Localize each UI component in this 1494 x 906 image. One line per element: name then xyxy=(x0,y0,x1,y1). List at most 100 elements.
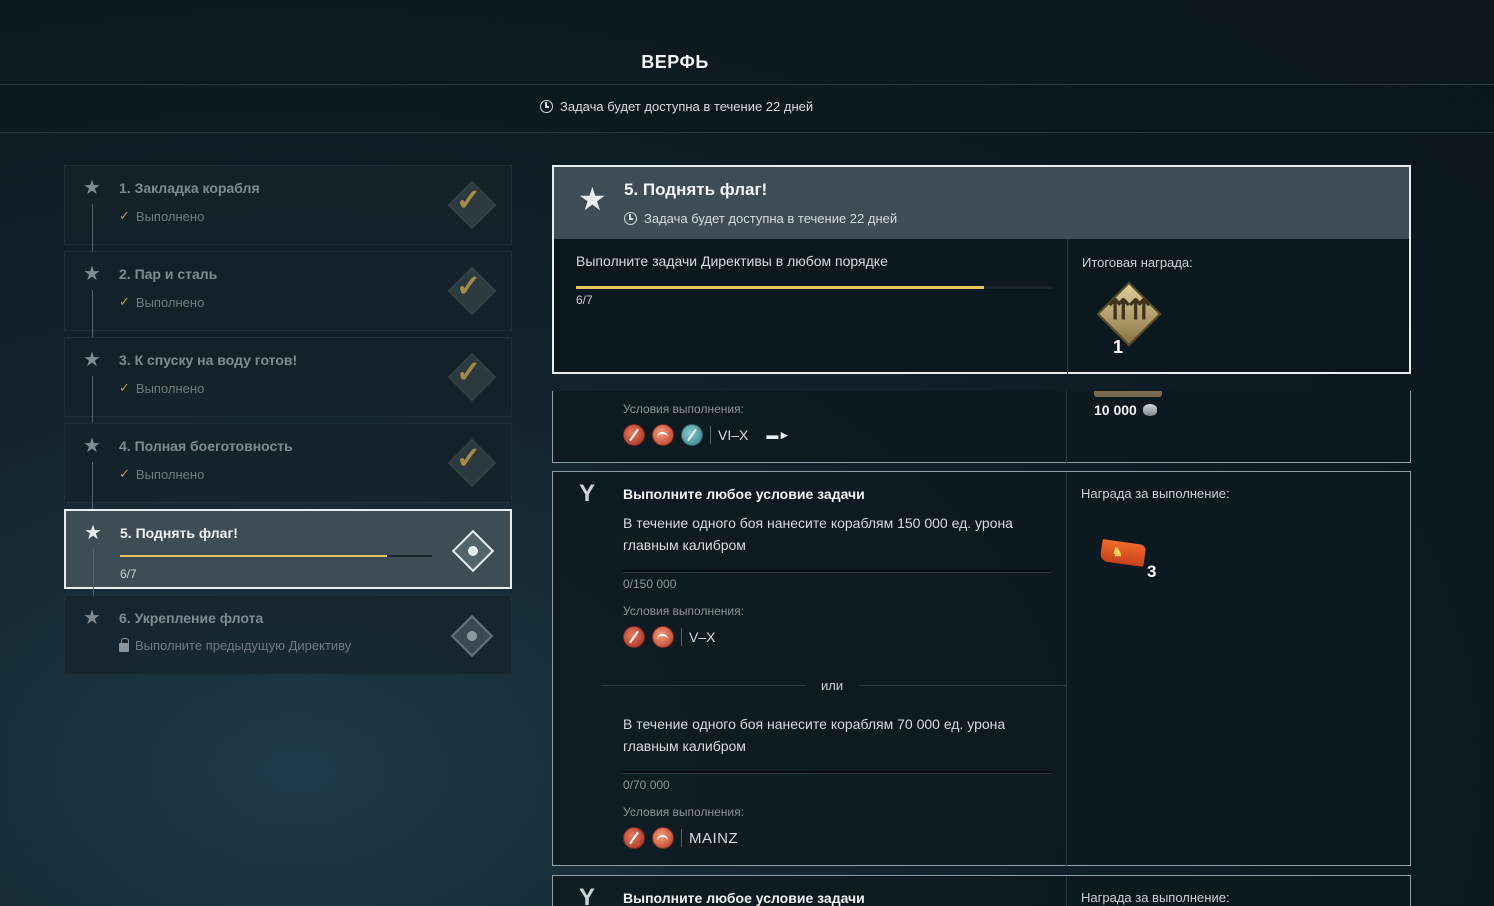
reward-quantity: 3 xyxy=(1147,562,1157,581)
condition-2-progress-bar xyxy=(623,771,1051,774)
task-title: Выполните любое условие задачи xyxy=(623,486,865,502)
column-divider xyxy=(1066,876,1067,906)
directive-card: ★ 5. Поднять флаг! Задача будет доступна… xyxy=(552,165,1411,374)
directive-body: Выполните задачи Директивы в любом поряд… xyxy=(576,253,888,269)
check-icon: ✓ xyxy=(119,208,130,223)
star-icon: ★ xyxy=(84,522,102,544)
step-5-active[interactable]: ★ 5. Поднять флаг! 6/7 xyxy=(64,509,512,597)
step-status: ✓ Выполнено xyxy=(119,380,204,396)
star-icon: ★ xyxy=(83,607,101,629)
availability-text: Задача будет доступна в течение 22 дней xyxy=(560,99,814,114)
directive-availability-text: Задача будет доступна в течение 22 дней xyxy=(644,211,898,226)
final-reward-label: Итоговая награда: xyxy=(1082,255,1193,270)
step-name: 1. Закладка корабля xyxy=(119,180,260,196)
step-status: ✓ Выполнено xyxy=(119,466,204,482)
cruiser-class-icon xyxy=(652,626,674,648)
reward-container-icon xyxy=(1094,391,1162,397)
separator-line xyxy=(601,685,806,686)
completed-check-icon: ✓ xyxy=(456,184,482,217)
arrows-icon: ⇈⇈ xyxy=(1107,294,1152,325)
step-status-text: Выполнено xyxy=(135,208,205,224)
tier-range: VI–X xyxy=(718,427,749,443)
star-icon: ★ xyxy=(83,177,101,199)
condition-2-label: Условия выполнения: xyxy=(623,805,744,819)
divider xyxy=(681,829,682,847)
step-progress-bar xyxy=(120,555,432,557)
condition-1-restrictions: V–X xyxy=(623,626,715,648)
step-status-text: Выполнено xyxy=(135,466,205,482)
random-battle-icon: ▬► xyxy=(766,428,791,442)
battleship-class-icon xyxy=(623,827,645,849)
step-progress-count: 6/7 xyxy=(120,567,137,581)
column-divider xyxy=(1066,472,1067,867)
step-connector xyxy=(92,290,93,338)
previous-task-card: Условия выполнения: VI–X ▬► 10 000 xyxy=(552,391,1411,463)
step-1[interactable]: ★ 1. Закладка корабля ✓ Выполнено ✓ xyxy=(64,165,512,252)
star-icon: ★ xyxy=(83,263,101,285)
directive-availability: Задача будет доступна в течение 22 дней xyxy=(624,211,897,226)
divider xyxy=(710,426,711,444)
step-name: 5. Поднять флаг! xyxy=(120,525,238,541)
credits-icon xyxy=(1142,404,1157,416)
credits-amount: 10 000 xyxy=(1094,402,1137,418)
star-icon: ★ xyxy=(578,181,607,217)
step-status: ✓ Выполнено xyxy=(119,294,204,310)
lock-icon xyxy=(119,637,129,652)
battleship-class-icon xyxy=(623,626,645,648)
ship-name: MAINZ xyxy=(689,829,739,847)
in-progress-diamond-icon xyxy=(451,529,495,573)
completed-check-icon: ✓ xyxy=(456,356,482,389)
step-name: 3. К спуску на воду готов! xyxy=(119,352,298,368)
destroyer-class-icon xyxy=(681,424,703,446)
condition-1-label: Условия выполнения: xyxy=(623,604,744,618)
griffin-icon: ♞ xyxy=(1112,545,1123,559)
cruiser-class-icon xyxy=(652,424,674,446)
step-4[interactable]: ★ 4. Полная боеготовность ✓ Выполнено ✓ xyxy=(64,423,512,510)
completed-check-icon: ✓ xyxy=(456,442,482,475)
step-name: 4. Полная боеготовность xyxy=(119,438,293,454)
check-icon: ✓ xyxy=(119,294,130,309)
or-word: или xyxy=(821,678,844,693)
credits-reward: 10 000 xyxy=(1094,402,1157,418)
step-status-text: Выполните предыдущую Директиву xyxy=(135,638,352,653)
task-card: Y Выполните любое условие задачи В течен… xyxy=(552,471,1411,867)
step-6-locked[interactable]: ★ 6. Укрепление флота Выполните предыдущ… xyxy=(64,595,512,675)
step-2[interactable]: ★ 2. Пар и сталь ✓ Выполнено ✓ xyxy=(64,251,512,338)
condition-2-counter: 0/70 000 xyxy=(623,778,670,792)
ship-class-icons: VI–X ▬► xyxy=(623,424,790,446)
step-connector xyxy=(92,204,93,252)
directive-progress-count: 6/7 xyxy=(576,293,593,307)
step-status: ✓ Выполнено xyxy=(119,208,204,224)
page-title: ВЕРФЬ xyxy=(641,52,709,72)
step-status-text: Выполнено xyxy=(135,294,205,310)
clock-icon xyxy=(540,100,553,113)
check-icon: ✓ xyxy=(119,380,130,395)
cruiser-class-icon xyxy=(652,827,674,849)
star-icon: ★ xyxy=(83,435,101,457)
clock-icon xyxy=(624,212,637,225)
fork-icon: Y xyxy=(579,884,596,906)
star-icon: ★ xyxy=(83,349,101,371)
divider xyxy=(681,628,682,646)
column-divider xyxy=(1067,239,1068,374)
tier-range: V–X xyxy=(689,629,716,645)
or-separator: или xyxy=(601,676,1066,696)
directive-list: ★ 1. Закладка корабля ✓ Выполнено ✓ ★ 2. … xyxy=(64,165,512,681)
fork-icon: Y xyxy=(579,480,596,507)
column-divider xyxy=(1066,391,1067,463)
step-progress-fill xyxy=(120,555,388,557)
flag-icon xyxy=(1099,539,1147,567)
step-3[interactable]: ★ 3. К спуску на воду готов! ✓ Выполнено … xyxy=(64,337,512,424)
step-connector xyxy=(92,376,93,424)
task-title: Выполните любое условие задачи xyxy=(623,890,865,906)
reward-emblem[interactable]: ⇈⇈ 1 xyxy=(1096,281,1162,357)
signal-flag-reward[interactable]: ♞ 3 xyxy=(1099,538,1159,588)
task-reward-label: Награда за выполнение: xyxy=(1081,486,1230,501)
step-name: 2. Пар и сталь xyxy=(119,266,218,282)
step-name: 6. Укрепление флота xyxy=(119,610,264,626)
availability-info: Задача будет доступна в течение 22 дней xyxy=(540,99,813,114)
step-connector xyxy=(93,549,94,597)
condition-1-counter: 0/150 000 xyxy=(623,577,677,591)
directive-progress-bar xyxy=(576,286,1052,289)
